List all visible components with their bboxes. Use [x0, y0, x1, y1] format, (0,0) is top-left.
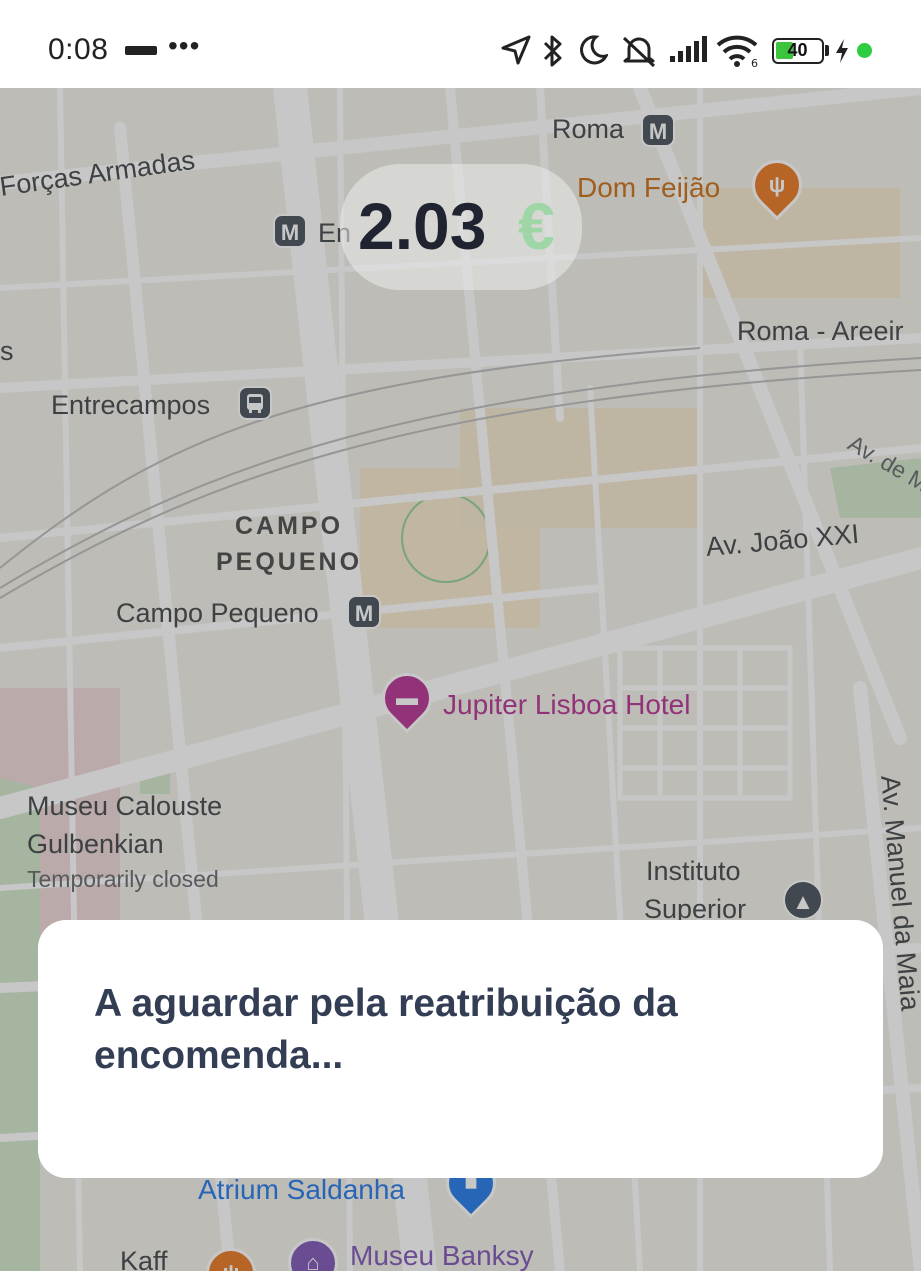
- wifi-icon: 6: [716, 35, 758, 68]
- battery-level: 40: [787, 40, 808, 60]
- location-arrow-icon: [501, 35, 531, 65]
- dialog-message: A aguardar pela reatribuição da encomend…: [94, 982, 678, 1077]
- currency-symbol: €: [518, 189, 555, 263]
- status-bar: 0:08 ••• 6 40: [0, 0, 921, 88]
- more-notifications-icon: •••: [168, 30, 201, 61]
- charging-icon: [836, 39, 848, 63]
- notification-bar-icon: [125, 46, 157, 55]
- moon-icon: [580, 35, 608, 65]
- privacy-indicator-dot: [857, 43, 872, 58]
- waiting-dialog: A aguardar pela reatribuição da encomend…: [38, 920, 883, 1178]
- order-price: 2.03: [358, 189, 487, 263]
- svg-text:6: 6: [751, 57, 758, 68]
- bluetooth-icon: [543, 35, 562, 67]
- battery-icon: 40: [772, 38, 824, 64]
- mute-icon: [622, 36, 656, 68]
- status-time: 0:08: [48, 33, 109, 66]
- signal-icon: [670, 36, 707, 62]
